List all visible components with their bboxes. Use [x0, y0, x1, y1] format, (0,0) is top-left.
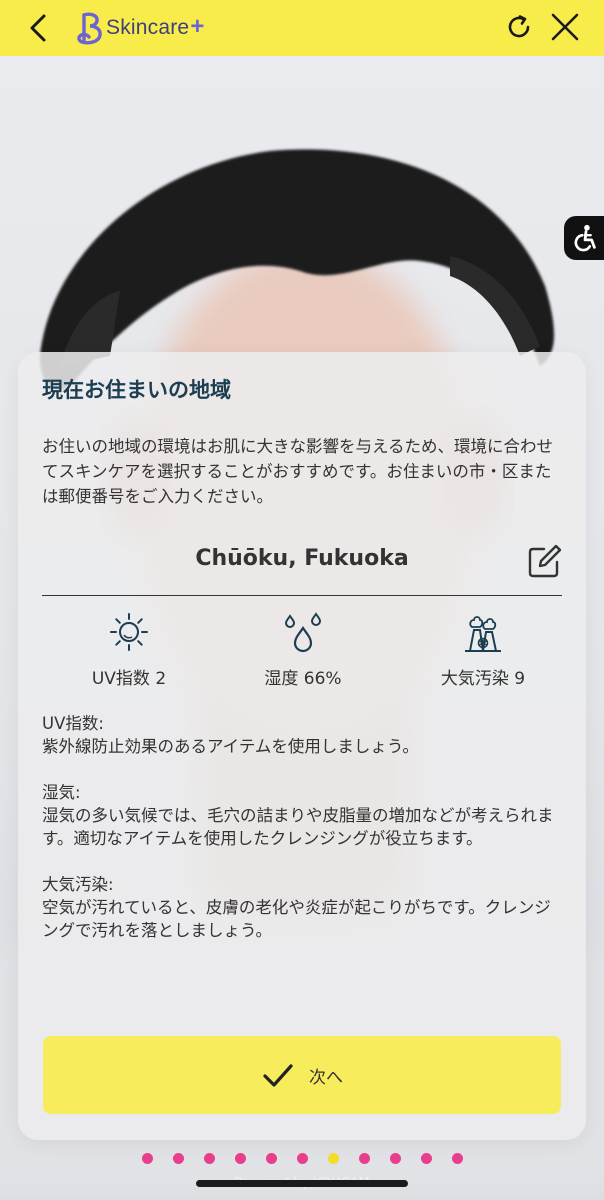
- brand-logo: Skincare +: [76, 10, 204, 46]
- advice-humidity-heading: 湿気:: [42, 783, 81, 802]
- factory-smoke-icon: [465, 616, 501, 652]
- card-title: 現在お住まいの地域: [42, 378, 231, 402]
- next-button-label: 次へ: [309, 1067, 343, 1088]
- advice-uv-text: 紫外線防止効果のあるアイテムを使用しましょう。: [42, 737, 419, 756]
- pagination-dot: [173, 1153, 184, 1164]
- environment-metrics: UV指数 2 湿度 66% 大気汚染 9: [42, 610, 562, 698]
- accessibility-button[interactable]: [564, 216, 604, 260]
- edit-icon: [528, 544, 562, 578]
- next-button[interactable]: 次へ: [43, 1036, 561, 1114]
- pagination-dots: [0, 1153, 604, 1167]
- logo-icon: [77, 12, 102, 45]
- advice-pollution: 大気汚染: 空気が汚れていると、皮膚の老化や炎症が起こりがちです。クレンジングで…: [42, 873, 566, 942]
- pagination-dot: [421, 1153, 432, 1164]
- card-description: お住いの地域の環境はお肌に大きな影響を与えるため、環境に合わせてスキンケアを選択…: [42, 437, 554, 506]
- pagination-dot: [204, 1153, 215, 1164]
- advice-uv: UV指数: 紫外線防止効果のあるアイテムを使用しましょう。: [42, 712, 566, 758]
- metric-uv-label: UV指数 2: [91, 669, 167, 689]
- location-card: 現在お住まいの地域 お住いの地域の環境はお肌に大きな影響を与えるため、環境に合わ…: [18, 352, 586, 1140]
- brand-plus: +: [190, 13, 205, 40]
- close-icon: [551, 13, 579, 41]
- checkmark-icon: [263, 1064, 293, 1087]
- brand-name: Skincare: [106, 16, 190, 39]
- refresh-button[interactable]: [504, 12, 534, 42]
- back-button[interactable]: [26, 12, 54, 44]
- pagination-dot-active: [328, 1153, 339, 1164]
- advice-humidity: 湿気: 湿気の多い気候では、毛穴の詰まりや皮脂量の増加などが考えられます。適切な…: [42, 781, 566, 850]
- pagination-dot: [142, 1153, 153, 1164]
- refresh-icon: [508, 15, 530, 38]
- advice-humidity-text: 湿気の多い気候では、毛穴の詰まりや皮脂量の増加などが考えられます。適切なアイテム…: [42, 806, 554, 848]
- chevron-left-icon: [30, 14, 46, 42]
- edit-location-button[interactable]: [524, 542, 564, 582]
- top-bar: Skincare +: [0, 0, 604, 56]
- sun-icon: [110, 613, 148, 651]
- advice-section: UV指数: 紫外線防止効果のあるアイテムを使用しましょう。 湿気: 湿気の多い気…: [42, 712, 566, 965]
- pagination-dot: [235, 1153, 246, 1164]
- wheelchair-icon: [574, 224, 596, 252]
- metric-pollution-label: 大気汚染 9: [440, 669, 526, 689]
- location-field[interactable]: Chūōku, Fukuoka: [42, 538, 562, 596]
- pagination-dot: [359, 1153, 370, 1164]
- pagination-dot: [297, 1153, 308, 1164]
- advice-uv-heading: UV指数:: [42, 714, 104, 733]
- advice-pollution-text: 空気が汚れていると、皮膚の老化や炎症が起こりがちです。クレンジングで汚れを落とし…: [42, 898, 551, 940]
- metric-humidity-label: 湿度 66%: [264, 669, 342, 689]
- screen: Skincare + 現在お住まいの地域 お住いの地域の環境はお肌に大きな影響を…: [0, 0, 604, 1200]
- close-button[interactable]: [548, 10, 582, 44]
- water-drops-icon: [284, 612, 322, 653]
- metric-humidity: 湿度 66%: [228, 610, 378, 689]
- location-value: Chūōku, Fukuoka: [195, 546, 409, 571]
- metric-pollution: 大気汚染 9: [408, 610, 558, 689]
- metric-uv: UV指数 2: [54, 610, 204, 689]
- advice-pollution-heading: 大気汚染:: [42, 875, 114, 894]
- pagination-dot: [390, 1153, 401, 1164]
- home-indicator: [196, 1180, 408, 1187]
- pagination-dot: [266, 1153, 277, 1164]
- pagination-dot: [452, 1153, 463, 1164]
